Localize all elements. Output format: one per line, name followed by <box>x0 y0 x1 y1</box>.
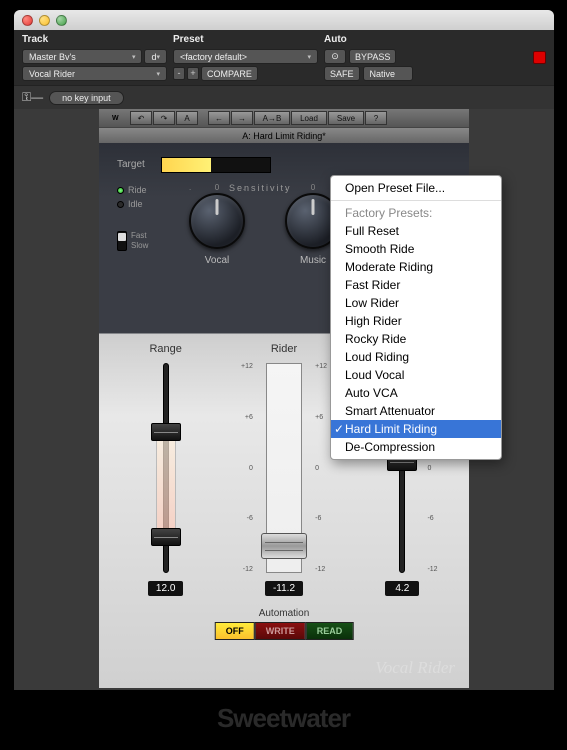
help-button[interactable]: ? <box>365 111 387 125</box>
menu-preset-item[interactable]: De-Compression <box>331 438 501 456</box>
menu-preset-item[interactable]: Low Rider <box>331 294 501 312</box>
minimize-icon[interactable] <box>39 15 50 26</box>
waves-logo-icon: W <box>101 115 129 122</box>
idle-led-icon <box>117 201 124 208</box>
preset-name-display[interactable]: A: Hard Limit Riding* <box>99 127 469 143</box>
preset-select[interactable]: <factory default>▾ <box>173 49 318 64</box>
preset-label: Preset <box>173 34 318 45</box>
menu-preset-item[interactable]: Auto VCA <box>331 384 501 402</box>
auto-label: Auto <box>324 34 444 45</box>
rider-fader[interactable] <box>261 533 307 559</box>
track-label: Track <box>22 34 167 45</box>
host-header: Track Master Bv's▾ d▾ Vocal Rider▾ Prese… <box>14 30 554 85</box>
speed-switch[interactable] <box>117 231 127 251</box>
menu-preset-item[interactable]: Moderate Riding <box>331 258 501 276</box>
target-label: Target <box>117 159 145 170</box>
menu-preset-item[interactable]: Rocky Ride <box>331 330 501 348</box>
range-min-fader[interactable] <box>151 528 181 546</box>
menu-section-header: Factory Presets: <box>331 204 501 222</box>
range-max-fader[interactable] <box>151 423 181 441</box>
compare-button[interactable]: COMPARE <box>201 66 258 81</box>
preset-next-button[interactable]: + <box>187 67 199 80</box>
ab-button[interactable]: A→B <box>254 111 290 125</box>
key-icon: ⚿— <box>22 90 43 105</box>
menu-preset-item[interactable]: High Rider <box>331 312 501 330</box>
ride-label: Ride <box>128 185 147 195</box>
track-slot-select[interactable]: d▾ <box>144 49 167 64</box>
watermark: Sweetwater <box>217 703 350 734</box>
menu-preset-item[interactable]: Smooth Ride <box>331 240 501 258</box>
automation-label: Automation <box>215 608 354 619</box>
save-button[interactable]: Save <box>328 111 364 125</box>
menu-preset-item[interactable]: Full Reset <box>331 222 501 240</box>
automation-read-button[interactable]: READ <box>306 622 354 640</box>
preset-prev-button[interactable]: - <box>173 67 185 80</box>
format-select[interactable]: Native <box>363 66 413 81</box>
menu-preset-item[interactable]: Loud Vocal <box>331 366 501 384</box>
idle-label: Idle <box>128 199 143 209</box>
automation-write-button[interactable]: WRITE <box>255 622 306 640</box>
slow-label: Slow <box>131 241 148 251</box>
menu-open-preset-file[interactable]: Open Preset File... <box>331 179 501 197</box>
ride-led-icon <box>117 187 124 194</box>
output-value[interactable]: 4.2 <box>385 581 419 596</box>
target-meter[interactable] <box>161 157 271 173</box>
rider-value[interactable]: -11.2 <box>265 581 303 596</box>
bypass-button[interactable]: BYPASS <box>349 49 396 64</box>
load-button[interactable]: Load <box>291 111 327 125</box>
auto-enable-button[interactable]: ⊙ <box>324 49 346 64</box>
key-input-bar: ⚿— no key input <box>14 85 554 109</box>
insert-select[interactable]: Vocal Rider▾ <box>22 66 167 81</box>
range-label: Range <box>149 343 181 355</box>
menu-preset-item[interactable]: Smart Attenuator <box>331 402 501 420</box>
key-input-select[interactable]: no key input <box>49 91 124 105</box>
vocal-label: Vocal <box>205 255 229 266</box>
preset-context-menu: Open Preset File... Factory Presets: Ful… <box>330 175 502 460</box>
menu-preset-item[interactable]: Loud Riding <box>331 348 501 366</box>
range-meter <box>156 433 176 533</box>
plugin-brand: Vocal Rider <box>375 658 455 678</box>
next-button[interactable]: → <box>231 111 253 125</box>
setup-a-button[interactable]: A <box>176 111 198 125</box>
plugin-toolbar: W ↶ ↷ A ← → A→B Load Save ? <box>99 109 469 127</box>
close-icon[interactable] <box>22 15 33 26</box>
track-select[interactable]: Master Bv's▾ <box>22 49 142 64</box>
range-value[interactable]: 12.0 <box>148 581 183 596</box>
safe-button[interactable]: SAFE <box>324 66 360 81</box>
titlebar <box>14 10 554 30</box>
undo-button[interactable]: ↶ <box>130 111 152 125</box>
menu-separator <box>331 200 501 201</box>
automation-off-button[interactable]: OFF <box>215 622 255 640</box>
prev-button[interactable]: ← <box>208 111 230 125</box>
vocal-knob[interactable] <box>189 193 245 249</box>
menu-preset-item[interactable]: Fast Rider <box>331 276 501 294</box>
redo-button[interactable]: ↷ <box>153 111 175 125</box>
fast-label: Fast <box>131 231 148 241</box>
zoom-icon[interactable] <box>56 15 67 26</box>
mode-indicators: Ride Idle <box>117 185 147 213</box>
music-label: Music <box>300 255 326 266</box>
menu-preset-item[interactable]: Hard Limit Riding <box>331 420 501 438</box>
record-indicator-icon[interactable] <box>533 51 546 64</box>
rider-label: Rider <box>271 343 297 355</box>
